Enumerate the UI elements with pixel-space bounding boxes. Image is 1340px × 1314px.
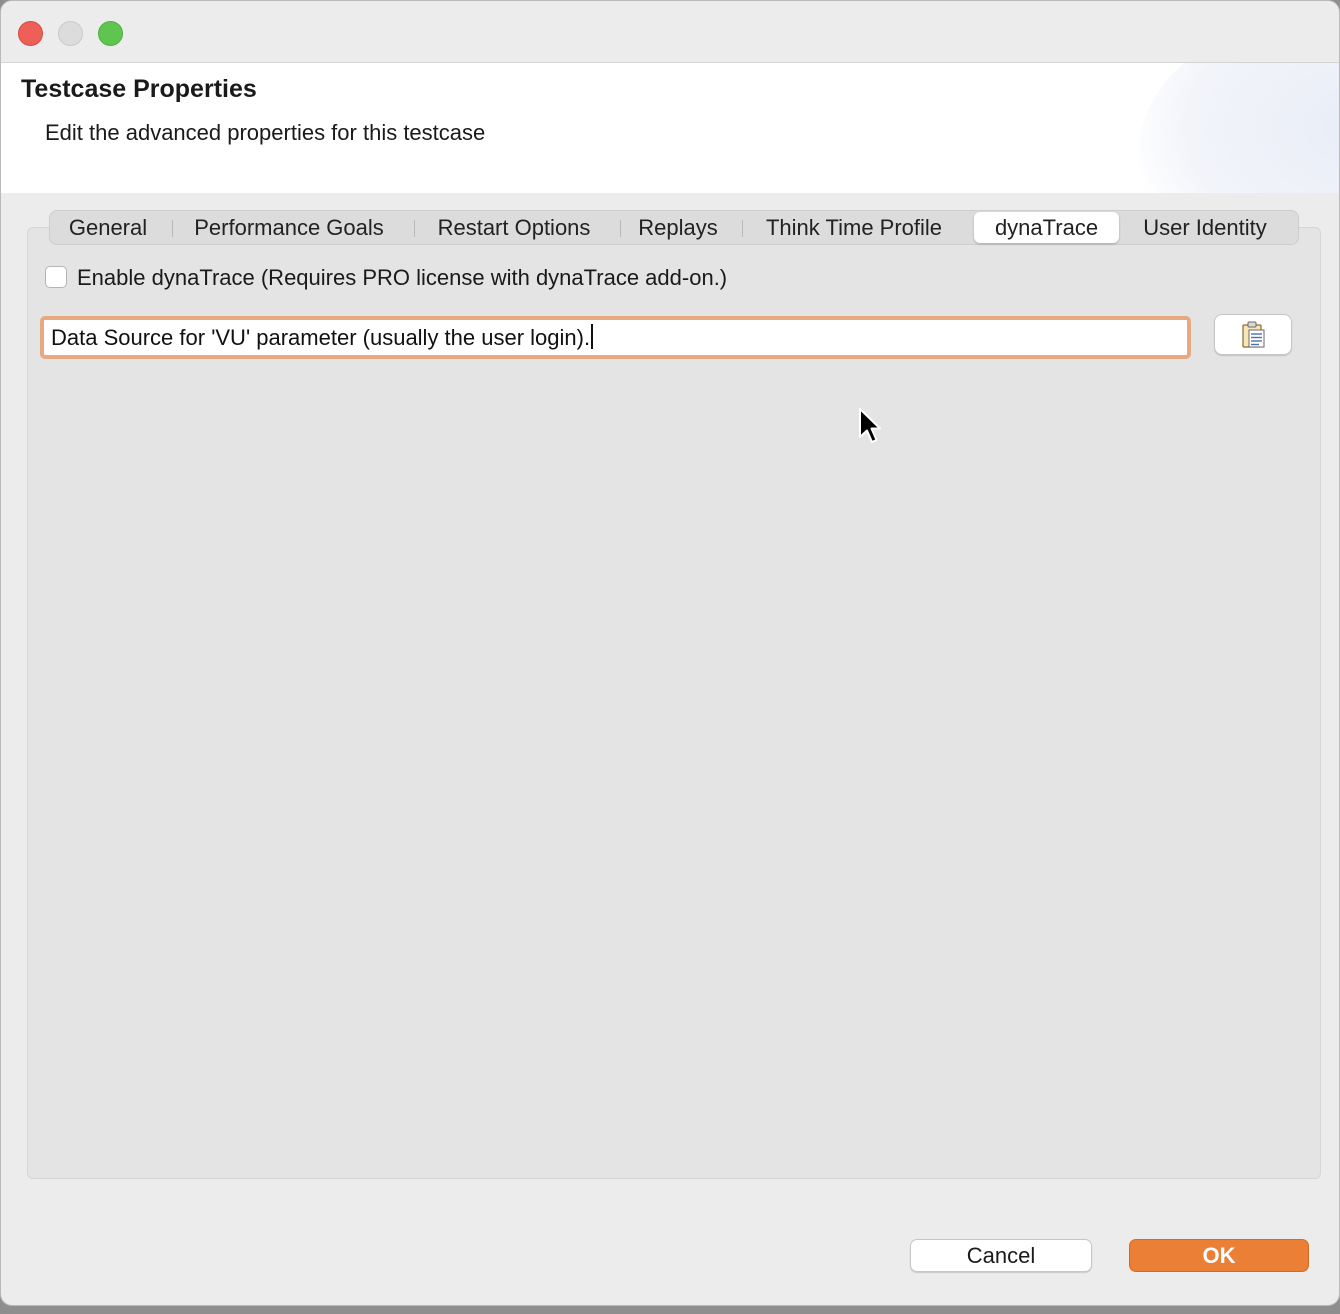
ok-button[interactable]: OK bbox=[1129, 1239, 1309, 1272]
tab-performance-goals[interactable]: Performance Goals bbox=[174, 211, 404, 244]
minimize-window-button[interactable] bbox=[58, 21, 83, 46]
tab-restart-options[interactable]: Restart Options bbox=[416, 211, 612, 244]
tab-dynatrace[interactable]: dynaTrace bbox=[974, 212, 1119, 243]
tab-separator bbox=[414, 220, 415, 237]
tab-bar: General Performance Goals Restart Option… bbox=[49, 210, 1299, 245]
testcase-properties-dialog: Testcase Properties Edit the advanced pr… bbox=[0, 0, 1340, 1306]
text-caret bbox=[591, 324, 594, 349]
tab-general[interactable]: General bbox=[50, 211, 166, 244]
tab-separator bbox=[172, 220, 173, 237]
tab-think-time-profile[interactable]: Think Time Profile bbox=[744, 211, 964, 244]
close-window-button[interactable] bbox=[18, 21, 43, 46]
tab-replays[interactable]: Replays bbox=[622, 211, 734, 244]
datasource-select-button[interactable] bbox=[1214, 314, 1292, 355]
clipboard-list-icon bbox=[1242, 321, 1265, 348]
dialog-title: Testcase Properties bbox=[21, 75, 257, 103]
datasource-field-text: Data Source for 'VU' parameter (usually … bbox=[51, 325, 591, 350]
tab-content-panel bbox=[27, 227, 1321, 1179]
header-decoration bbox=[1139, 63, 1339, 193]
dialog-header: Testcase Properties Edit the advanced pr… bbox=[1, 63, 1339, 193]
title-bar bbox=[1, 1, 1339, 63]
tab-user-identity[interactable]: User Identity bbox=[1124, 211, 1286, 244]
datasource-field[interactable]: Data Source for 'VU' parameter (usually … bbox=[40, 316, 1191, 359]
enable-dynatrace-checkbox[interactable] bbox=[45, 266, 67, 288]
mouse-pointer-icon bbox=[859, 408, 881, 443]
tab-separator bbox=[620, 220, 621, 237]
cancel-button[interactable]: Cancel bbox=[910, 1239, 1092, 1272]
tab-separator bbox=[742, 220, 743, 237]
enable-dynatrace-label[interactable]: Enable dynaTrace (Requires PRO license w… bbox=[77, 265, 727, 291]
maximize-window-button[interactable] bbox=[98, 21, 123, 46]
dialog-subtitle: Edit the advanced properties for this te… bbox=[45, 120, 486, 145]
